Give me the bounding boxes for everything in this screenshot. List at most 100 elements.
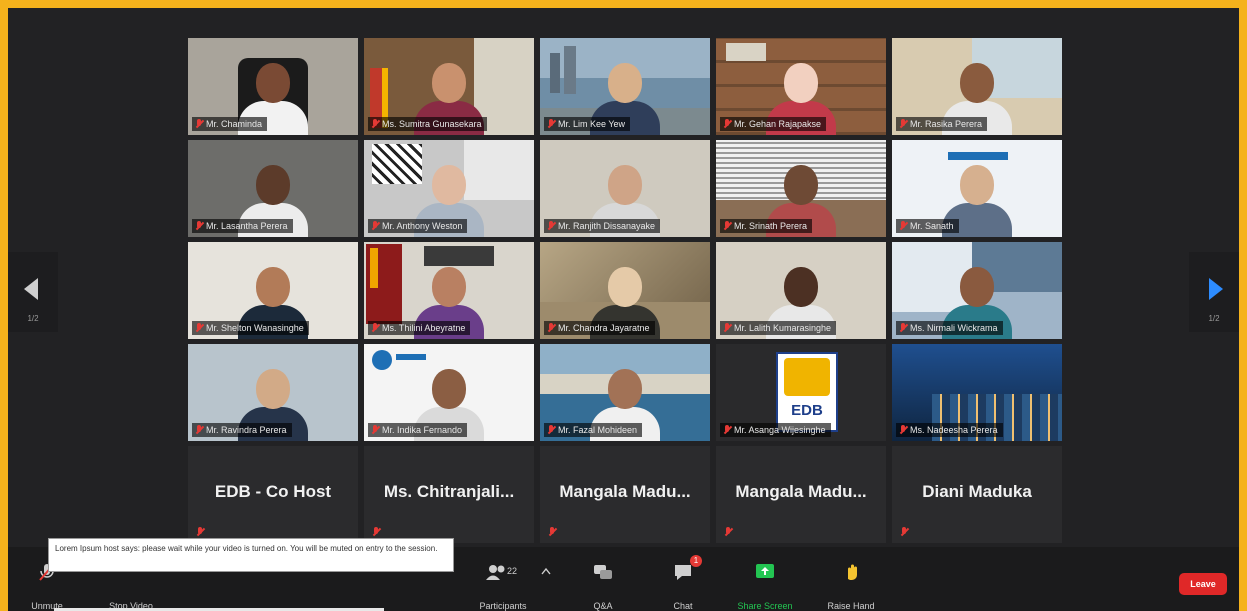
participant-name-tag: Ms. Nadeesha Perera [896, 423, 1003, 437]
participant-video-tile[interactable]: Mr. Lasantha Perera [188, 140, 358, 237]
chat-label: Chat [673, 601, 693, 611]
participant-video-tile[interactable]: Mr. Chandra Jayaratne [540, 242, 710, 339]
microphone-muted-icon [723, 323, 732, 333]
participants-options-caret[interactable] [536, 567, 556, 577]
participant-name: Mr. Fazal Mohideen [558, 425, 638, 435]
participant-name: Mr. Chaminda [206, 119, 263, 129]
participant-name: Ms. Nirmali Wickrama [910, 323, 998, 333]
microphone-muted-icon [723, 221, 732, 231]
chat-button[interactable]: 1 Chat [648, 555, 718, 611]
participant-display-name: Ms. Chitranjali... [383, 482, 515, 501]
participant-name-only-tile[interactable]: Ms. Chitranjali... [364, 446, 534, 543]
participant-video-tile[interactable]: Mr. Sanath [892, 140, 1062, 237]
participant-name-only-tile[interactable]: Mangala Madu... [716, 446, 886, 543]
participant-display-name: EDB - Co Host [214, 482, 332, 501]
chat-unread-badge: 1 [690, 555, 702, 567]
share-screen-label: Share Screen [737, 601, 793, 611]
participant-name-tag: Mr. Chandra Jayaratne [544, 321, 655, 335]
next-page-button[interactable]: 1/2 [1189, 252, 1239, 332]
participant-video-tile[interactable]: Mr. Srinath Perera [716, 140, 886, 237]
participant-name: Mr. Anthony Weston [382, 221, 463, 231]
chat-bubble-icon: 1 [648, 555, 718, 583]
microphone-muted-icon [723, 425, 732, 435]
participant-name-tag: Mr. Srinath Perera [720, 219, 813, 233]
microphone-muted-icon [371, 323, 380, 333]
participant-name-only-tile[interactable]: EDB - Co Host [188, 446, 358, 543]
chevron-right-icon [1209, 278, 1223, 300]
microphone-muted-icon [195, 323, 204, 333]
participant-video-tile[interactable]: Ms. Nadeesha Perera [892, 344, 1062, 441]
participant-name: Mr. Lasantha Perera [206, 221, 288, 231]
microphone-muted-icon [899, 119, 908, 129]
participant-video-tile[interactable]: Mr. Ravindra Perera [188, 344, 358, 441]
participant-name-only-tile[interactable]: Mangala Madu... [540, 446, 710, 543]
participant-name-tag: Mr. Chaminda [192, 117, 268, 131]
microphone-muted-icon [899, 323, 908, 333]
participant-name: Mr. Srinath Perera [734, 221, 808, 231]
participant-display-name: Mangala Madu... [735, 482, 867, 501]
microphone-muted-icon [548, 527, 557, 537]
microphone-muted-icon [900, 527, 909, 537]
participant-video-tile[interactable]: Mr. Fazal Mohideen [540, 344, 710, 441]
participant-video-tile[interactable]: Mr. Lim Kee Yew [540, 38, 710, 135]
participant-name-tag: Mr. Ravindra Perera [192, 423, 292, 437]
microphone-muted-icon [547, 425, 556, 435]
microphone-muted-icon [547, 221, 556, 231]
participant-name-tag: Mr. Indika Fernando [368, 423, 468, 437]
participants-icon: 22 [468, 561, 538, 583]
participant-video-tile[interactable]: Mr. Indika Fernando [364, 344, 534, 441]
participant-video-tile[interactable]: EDB Mr. Asanga Wijesinghe [716, 344, 886, 441]
participant-name: Mr. Rasika Perera [910, 119, 983, 129]
participant-video-tile[interactable]: Mr. Gehan Rajapakse [716, 38, 886, 135]
participant-video-tile[interactable]: Mr. Rasika Perera [892, 38, 1062, 135]
page-indicator-right: 1/2 [1208, 314, 1220, 323]
participant-display-name: Diani Maduka [922, 482, 1032, 501]
participants-button[interactable]: 22 Participants [468, 561, 538, 611]
participants-label: Participants [479, 601, 527, 611]
page-indicator-left: 1/2 [27, 314, 39, 323]
microphone-muted-icon [724, 527, 733, 537]
participant-name-tag: Mr. Lim Kee Yew [544, 117, 631, 131]
microphone-muted-icon [723, 119, 732, 129]
participant-name: Ms. Sumitra Gunasekara [382, 119, 482, 129]
leave-button[interactable]: Leave [1179, 573, 1227, 595]
participant-video-tile[interactable]: Ms. Nirmali Wickrama [892, 242, 1062, 339]
zoom-window: 1/2 Mr. Chaminda Ms. Sumitra Gunasekara Mr… [8, 8, 1239, 611]
microphone-muted-icon [196, 527, 205, 537]
raise-hand-button[interactable]: Raise Hand [816, 561, 886, 611]
participant-name: Ms. Thilini Abeyratne [382, 323, 466, 333]
participant-name: Mr. Gehan Rajapakse [734, 119, 822, 129]
participant-name-tag: Mr. Gehan Rajapakse [720, 117, 827, 131]
participant-name: Ms. Nadeesha Perera [910, 425, 998, 435]
participant-video-tile[interactable]: Ms. Thilini Abeyratne [364, 242, 534, 339]
participant-video-tile[interactable]: Mr. Chaminda [188, 38, 358, 135]
svg-text:22: 22 [507, 566, 517, 576]
participant-name-tag: Ms. Thilini Abeyratne [368, 321, 471, 335]
participant-name-tag: Mr. Sanath [896, 219, 959, 233]
participant-video-tile[interactable]: Ms. Sumitra Gunasekara [364, 38, 534, 135]
qa-icon [568, 561, 638, 583]
participant-video-tile[interactable]: Mr. Anthony Weston [364, 140, 534, 237]
microphone-muted-icon [195, 221, 204, 231]
participant-name-tag: Ms. Sumitra Gunasekara [368, 117, 487, 131]
raise-hand-label: Raise Hand [827, 601, 875, 611]
microphone-muted-icon [371, 425, 380, 435]
qa-button[interactable]: Q&A [568, 561, 638, 611]
previous-page-button[interactable]: 1/2 [8, 252, 58, 332]
participant-name-tag: Mr. Anthony Weston [368, 219, 468, 233]
participant-name-only-tile[interactable]: Diani Maduka [892, 446, 1062, 543]
participant-video-tile[interactable]: Mr. Ranjith Dissanayake [540, 140, 710, 237]
participant-name: Mr. Chandra Jayaratne [558, 323, 650, 333]
participant-name-tag: Mr. Lalith Kumarasinghe [720, 321, 837, 335]
participant-name: Mr. Ranjith Dissanayake [558, 221, 656, 231]
microphone-muted-icon [547, 119, 556, 129]
participant-name: Mr. Lalith Kumarasinghe [734, 323, 832, 333]
participant-name: Mr. Ravindra Perera [206, 425, 287, 435]
share-screen-button[interactable]: Share Screen [730, 561, 800, 611]
participant-video-tile[interactable]: Mr. Shelton Wanasinghe [188, 242, 358, 339]
notification-banner[interactable]: Lorem Ipsum host says: please wait while… [48, 538, 454, 572]
participant-name: Mr. Shelton Wanasinghe [206, 323, 304, 333]
microphone-muted-icon [899, 425, 908, 435]
participant-name-tag: Mr. Lasantha Perera [192, 219, 293, 233]
participant-video-tile[interactable]: Mr. Lalith Kumarasinghe [716, 242, 886, 339]
